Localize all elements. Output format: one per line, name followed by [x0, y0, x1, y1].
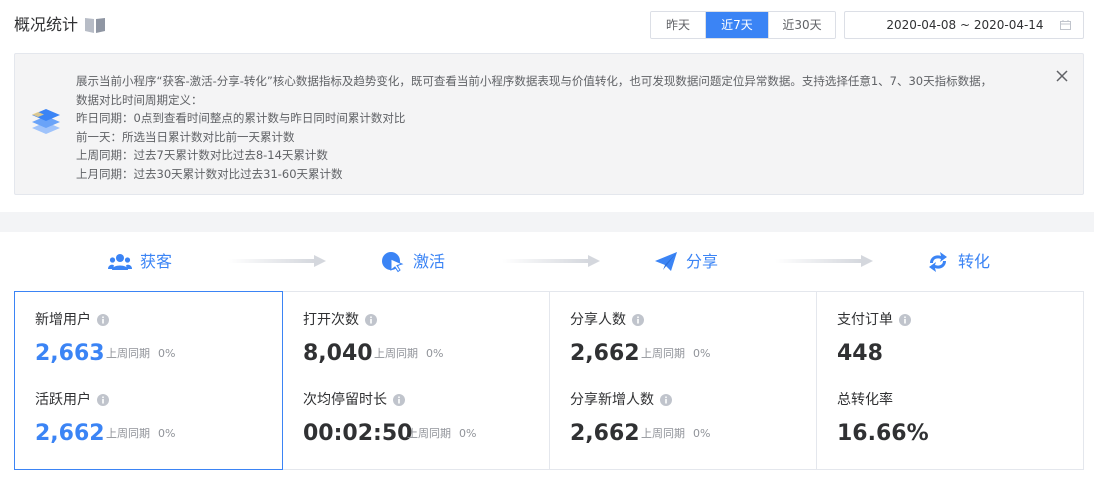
description-alert: 展示当前小程序“获客-激活-分享-转化”核心数据指标及趋势变化，既可查看当前小程… — [14, 53, 1084, 195]
compare-text: 上周同期 0% — [641, 427, 711, 440]
compare-text: 上周同期 0% — [374, 347, 444, 360]
page-title: 概况统计 — [14, 15, 79, 34]
info-icon[interactable] — [393, 394, 405, 406]
metric-value: 16.66% — [837, 421, 929, 446]
stage-label: 分享 — [686, 252, 719, 271]
stage-label: 转化 — [958, 252, 991, 271]
metric-card-share[interactable]: 分享人数 2,662 上周同期 0% 分享新增人数 2,662 上周同期 0% — [549, 291, 817, 470]
book-icon[interactable] — [84, 16, 106, 34]
info-icon[interactable] — [899, 314, 911, 326]
description-line: 上周同期：过去7天累计数对比过去8-14天累计数 — [76, 148, 328, 163]
calendar-icon — [1060, 20, 1071, 30]
metric-value: 2,662 — [570, 341, 640, 366]
metric-label: 分享新增人数 — [570, 390, 672, 410]
description-line: 昨日同期：0点到查看时间整点的累计数与昨日同时间累计数对比 — [76, 111, 406, 126]
metric-value: 8,040 — [303, 341, 373, 366]
description-text: 展示当前小程序“获客-激活-分享-转化”核心数据指标及趋势变化，既可查看当前小程… — [76, 72, 1036, 184]
description-line: 上月同期：过去30天累计数对比过去31-60天累计数 — [76, 166, 343, 181]
metric-value: 00:02:50 — [303, 421, 413, 446]
date-range-picker[interactable]: 2020-04-08 ~ 2020-04-14 — [844, 11, 1084, 39]
convert-arrows-icon — [929, 252, 947, 272]
metric-card-convert[interactable]: 支付订单 448 总转化率 16.66% — [816, 291, 1084, 470]
info-icon[interactable] — [97, 314, 109, 326]
info-icon[interactable] — [97, 394, 109, 406]
info-icon[interactable] — [660, 394, 672, 406]
description-line: 展示当前小程序“获客-激活-分享-转化”核心数据指标及趋势变化，既可查看当前小程… — [76, 74, 993, 88]
description-line: 前一天：所选当日累计数对比前一天累计数 — [76, 129, 295, 144]
stage-acquire: 获客 — [108, 250, 172, 274]
metric-label: 分享人数 — [570, 310, 644, 330]
compare-text: 上周同期 0% — [106, 347, 176, 360]
flow-arrow — [228, 255, 326, 267]
metric-label: 支付订单 — [837, 310, 911, 330]
metric-value: 2,663 — [35, 341, 105, 366]
users-icon — [108, 254, 132, 270]
metric-label: 次均停留时长 — [303, 390, 405, 410]
flow-arrow — [502, 255, 600, 267]
date-range-value: 2020-04-08 ~ 2020-04-14 — [886, 18, 1044, 32]
metric-label: 打开次数 — [303, 310, 377, 330]
metric-card-acquire[interactable]: 新增用户 2,663 上周同期 0% 活跃用户 2,662 上周同期 0% — [14, 291, 283, 470]
metric-label: 总转化率 — [837, 392, 893, 408]
metric-card-activate[interactable]: 打开次数 8,040 上周同期 0% 次均停留时长 00:02:50 上周同期 0% — [282, 291, 550, 470]
stage-label: 获客 — [140, 252, 173, 271]
date-range-tabs: 昨天 近7天 近30天 — [650, 11, 836, 39]
metric-value: 2,662 — [570, 421, 640, 446]
stage-label: 激活 — [413, 252, 446, 271]
tab-last-30-days[interactable]: 近30天 — [769, 12, 835, 38]
stage-share: 分享 — [654, 250, 718, 274]
metric-value: 2,662 — [35, 421, 105, 446]
info-icon[interactable] — [632, 314, 644, 326]
cursor-click-icon — [382, 252, 404, 273]
layers-icon — [32, 109, 60, 134]
description-line: 数据对比时间周期定义： — [76, 92, 203, 107]
compare-text: 上周同期 0% — [106, 427, 176, 440]
close-icon[interactable] — [1055, 69, 1069, 83]
tab-yesterday[interactable]: 昨天 — [651, 12, 706, 38]
metric-value: 448 — [837, 341, 883, 366]
compare-text: 上周同期 0% — [641, 347, 711, 360]
stage-activate: 激活 — [381, 250, 445, 274]
paper-plane-icon — [655, 252, 677, 271]
metric-label: 新增用户 — [35, 310, 109, 330]
tab-last-7-days[interactable]: 近7天 — [706, 12, 769, 38]
flow-arrow — [775, 255, 873, 267]
info-icon[interactable] — [365, 314, 377, 326]
metric-label: 活跃用户 — [35, 390, 109, 410]
section-divider — [0, 212, 1094, 232]
compare-text: 上周同期 0% — [407, 427, 477, 440]
stage-convert: 转化 — [926, 250, 990, 274]
